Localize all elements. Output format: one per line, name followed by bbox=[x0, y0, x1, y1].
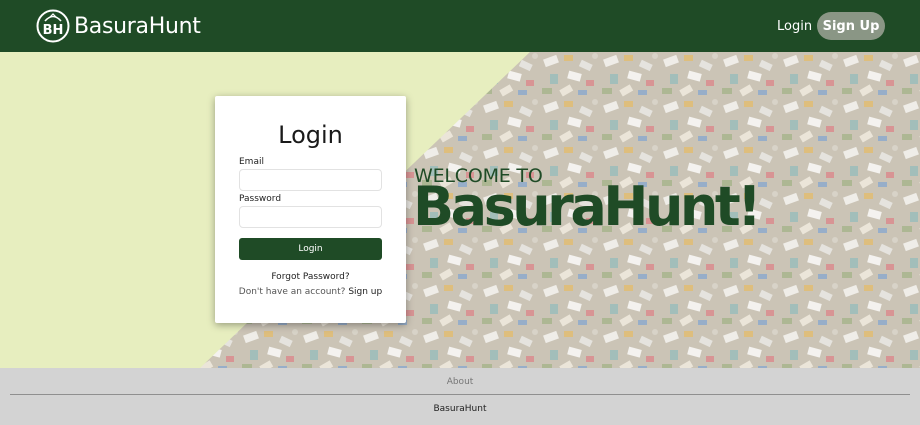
email-label: Email bbox=[239, 157, 264, 167]
brand-home-link[interactable]: BH BasuraHunt bbox=[36, 9, 201, 43]
footer-about-link[interactable]: About bbox=[0, 377, 920, 387]
password-label: Password bbox=[239, 194, 282, 204]
welcome-heading: BasuraHunt! bbox=[413, 175, 762, 238]
nav-signup-button[interactable]: Sign Up bbox=[817, 12, 885, 40]
login-title: Login bbox=[278, 121, 343, 149]
login-submit-button[interactable]: Login bbox=[239, 238, 382, 260]
nav-login-link[interactable]: Login bbox=[777, 19, 812, 34]
top-navbar: BH BasuraHunt Login Sign Up bbox=[0, 0, 920, 52]
signup-prompt: Don't have an account? Sign up bbox=[215, 287, 406, 297]
login-card: Login Email Password Login Forgot Passwo… bbox=[215, 96, 406, 323]
logo-letters: BH bbox=[43, 23, 64, 38]
brand-name: BasuraHunt bbox=[74, 13, 201, 39]
password-input[interactable] bbox=[239, 206, 382, 228]
basurahunt-logo-icon: BH bbox=[36, 9, 70, 43]
no-account-text: Don't have an account? bbox=[238, 287, 346, 297]
footer-brand: BasuraHunt bbox=[433, 404, 487, 414]
footer: About BasuraHunt bbox=[0, 368, 920, 425]
forgot-password-link[interactable]: Forgot Password? bbox=[215, 272, 406, 282]
hero-section: WELCOME TO BasuraHunt! bbox=[0, 52, 920, 368]
signup-link[interactable]: Sign up bbox=[348, 287, 382, 297]
email-input[interactable] bbox=[239, 169, 382, 191]
footer-divider bbox=[10, 394, 910, 395]
